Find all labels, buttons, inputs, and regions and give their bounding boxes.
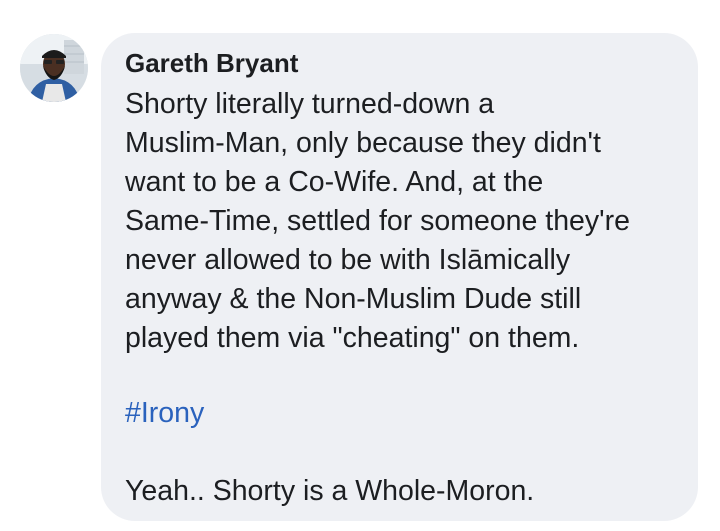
comment-closing-line: Yeah.. Shorty is a Whole-Moron.: [125, 475, 535, 507]
comment-bubble: Gareth Bryant Shorty literally turned-do…: [101, 33, 698, 521]
comment-body-line: want to be a Co-Wife. And, at the: [125, 166, 544, 198]
comment-author-name[interactable]: Gareth Bryant: [125, 47, 298, 79]
comment-body: Shorty literally turned-down a Muslim-Ma…: [125, 85, 630, 358]
comment-body-line: Shorty literally turned-down a: [125, 88, 495, 120]
comment-body-line: never allowed to be with Islāmically: [125, 244, 571, 276]
comment-body-line: Same-Time, settled for someone they're: [125, 205, 630, 237]
comment-body-line: played them via "cheating" on them.: [125, 322, 580, 354]
profile-photo-icon: [20, 34, 88, 102]
avatar[interactable]: [20, 34, 88, 102]
comment-body-line: Muslim-Man, only because they didn't: [125, 127, 601, 159]
comment-body-line: anyway & the Non-Muslim Dude still: [125, 283, 582, 315]
hashtag-link[interactable]: #Irony: [125, 394, 204, 433]
